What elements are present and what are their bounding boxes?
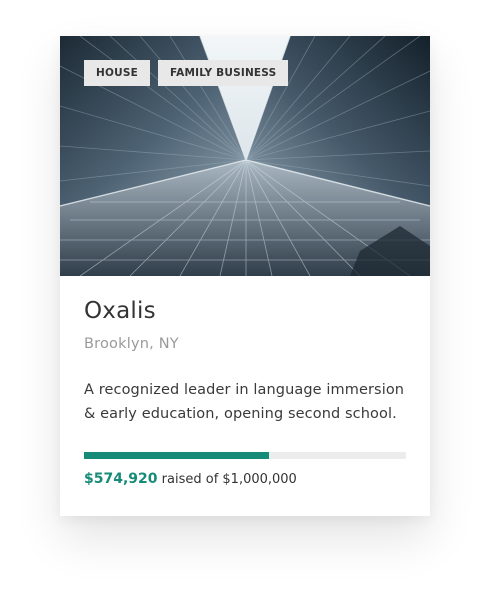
funding-progress-fill bbox=[84, 452, 270, 459]
raised-amount: $574,920 bbox=[84, 471, 158, 487]
tag-family-business[interactable]: FAMILY BUSINESS bbox=[157, 60, 289, 86]
project-title[interactable]: Oxalis bbox=[84, 298, 156, 324]
project-card[interactable]: HOUSE FAMILY BUSINESS Oxalis Brooklyn, N… bbox=[60, 36, 430, 516]
raised-of-goal: raised of $1,000,000 bbox=[161, 472, 297, 487]
funding-summary: $574,920 raised of $1,000,000 bbox=[84, 471, 297, 487]
funding-progress-bar bbox=[84, 452, 406, 459]
category-tags: HOUSE FAMILY BUSINESS bbox=[84, 60, 289, 86]
project-photo: HOUSE FAMILY BUSINESS bbox=[60, 36, 430, 276]
tag-house[interactable]: HOUSE bbox=[84, 60, 150, 86]
project-description: A recognized leader in language immersio… bbox=[84, 382, 405, 422]
project-location: Brooklyn, NY bbox=[84, 336, 179, 352]
